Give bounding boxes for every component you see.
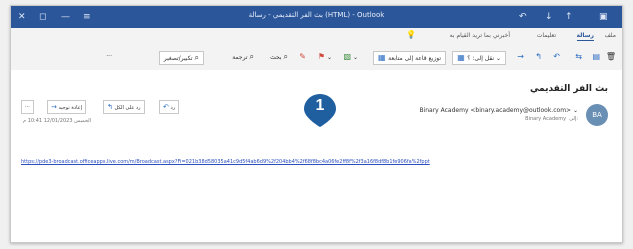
down-arrow-icon[interactable]: ↓	[545, 10, 553, 24]
zoom-button[interactable]: تكبير/تصغير ⌕	[158, 51, 204, 65]
save-icon[interactable]: ▣	[599, 10, 608, 24]
ribbon-toolbar: 🗑 ▤ ⇆ ↶ ↰ → ▦ نقل إلى: ؟ ⌄ ▦ توزيع قاعة …	[11, 44, 622, 71]
tab-tell-me[interactable]: أخبرني بما تريد القيام به	[450, 32, 510, 39]
outlook-message-window: ✕ ◻ — ≡ بث الفر التقديمي - رسالة (HTML) …	[10, 5, 623, 243]
find-button[interactable]: بحث ⌕	[270, 51, 288, 63]
tab-help[interactable]: تعليمات	[537, 32, 556, 39]
window-title: بث الفر التقديمي - رسالة (HTML) - Outloo…	[248, 11, 385, 19]
tags-icon[interactable]: ⚑ ⌄	[318, 51, 332, 63]
tab-file[interactable]: ملف	[605, 32, 616, 39]
reply-icon[interactable]: ↶	[553, 51, 560, 63]
quick-steps-button[interactable]: ▦ توزيع قاعة إلى متابعة	[373, 51, 446, 65]
ribbon-display-icon[interactable]: ≡	[83, 10, 91, 24]
more-actions-button[interactable]: ···	[21, 100, 34, 114]
minimize-icon[interactable]: —	[61, 10, 70, 24]
reply-all-button[interactable]: ↰ رد على الكل	[103, 100, 145, 114]
forward-icon[interactable]: →	[517, 51, 524, 63]
broadcast-link[interactable]: https://pde3-broadcast.officeapps.live.c…	[21, 159, 613, 165]
to-label: إلى:	[569, 116, 578, 122]
more-commands-button[interactable]: ···	[106, 51, 112, 63]
tab-message[interactable]: رسالة	[576, 32, 594, 41]
message-date: الخميس 12/01/2023 10:41 م	[23, 118, 92, 124]
avatar[interactable]: BA	[586, 104, 608, 126]
rules-icon[interactable]: ▧ ⌄	[344, 51, 359, 63]
reply-button[interactable]: ↶ رد	[159, 100, 180, 114]
delete-icon[interactable]: 🗑	[606, 51, 616, 63]
title-bar: ✕ ◻ — ≡ بث الفر التقديمي - رسالة (HTML) …	[11, 6, 622, 28]
translate-button[interactable]: ترجمة ⌕	[232, 51, 254, 63]
up-arrow-icon[interactable]: ↑	[565, 10, 573, 24]
recipient-line: Binary Academy إلى:	[525, 116, 578, 122]
lightbulb-icon: 💡	[406, 30, 416, 39]
forward-button[interactable]: → إعادة توجيه	[47, 100, 87, 114]
step-number-badge: 1	[302, 92, 338, 128]
badge-number: 1	[315, 97, 325, 114]
move-icon[interactable]: ⇆	[575, 51, 582, 63]
close-icon[interactable]: ✕	[18, 10, 26, 24]
sender-address[interactable]: Binary Academy <binary.academy@outlook.c…	[419, 107, 578, 114]
undo-icon[interactable]: ↶	[519, 10, 527, 24]
ribbon-tabs: ملف رسالة تعليمات أخبرني بما تريد القيام…	[11, 28, 622, 45]
archive-icon[interactable]: ▤	[592, 51, 600, 63]
message-subject: بث الفر التقديمي	[529, 84, 608, 94]
flag-icon[interactable]: ✎	[299, 51, 306, 63]
recipient-name[interactable]: Binary Academy	[525, 116, 566, 122]
maximize-icon[interactable]: ◻	[39, 10, 46, 24]
reply-all-icon[interactable]: ↰	[535, 51, 542, 63]
move-to-dropdown[interactable]: ▦ نقل إلى: ؟ ⌄	[452, 51, 506, 65]
